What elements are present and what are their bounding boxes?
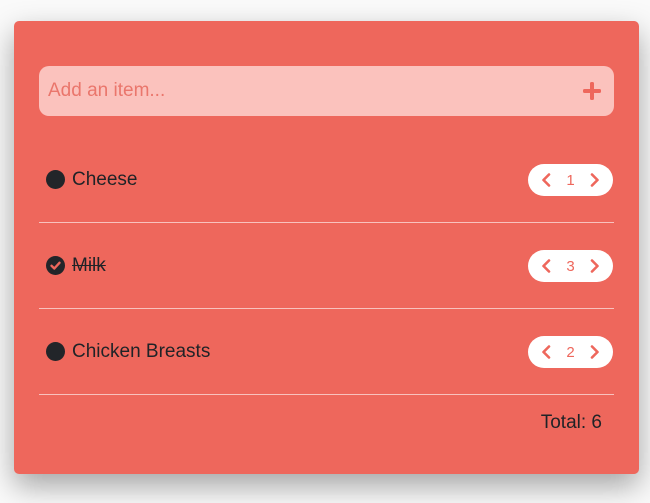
chevron-left-icon[interactable] bbox=[538, 342, 554, 362]
list-item: Milk 3 bbox=[39, 223, 614, 309]
item-label: Milk bbox=[72, 254, 106, 276]
item-label: Cheese bbox=[72, 168, 138, 190]
unchecked-circle-icon[interactable] bbox=[46, 170, 65, 189]
add-item-bar bbox=[39, 66, 614, 116]
chevron-right-icon[interactable] bbox=[587, 342, 603, 362]
unchecked-circle-icon[interactable] bbox=[46, 342, 65, 361]
chevron-right-icon[interactable] bbox=[587, 256, 603, 276]
checkmark-icon[interactable] bbox=[46, 256, 65, 275]
total-count: Total: 6 bbox=[540, 412, 602, 433]
shopping-list-card: Cheese 1 Milk bbox=[14, 21, 639, 474]
plus-icon[interactable] bbox=[580, 79, 604, 103]
item-list: Cheese 1 Milk 3 Chicken Breasts 2 bbox=[39, 137, 614, 395]
add-item-input[interactable] bbox=[48, 80, 580, 102]
chevron-left-icon[interactable] bbox=[538, 170, 554, 190]
chevron-right-icon[interactable] bbox=[587, 170, 603, 190]
list-item: Chicken Breasts 2 bbox=[39, 309, 614, 395]
chevron-left-icon[interactable] bbox=[538, 256, 554, 276]
quantity-value: 2 bbox=[566, 343, 575, 361]
quantity-value: 3 bbox=[566, 257, 575, 275]
quantity-stepper: 2 bbox=[528, 336, 613, 368]
quantity-stepper: 3 bbox=[528, 250, 613, 282]
item-toggle[interactable]: Cheese bbox=[46, 169, 138, 191]
list-item: Cheese 1 bbox=[39, 137, 614, 223]
item-toggle[interactable]: Chicken Breasts bbox=[46, 341, 210, 363]
item-toggle[interactable]: Milk bbox=[46, 255, 106, 277]
quantity-stepper: 1 bbox=[528, 164, 613, 196]
item-label: Chicken Breasts bbox=[72, 340, 211, 362]
quantity-value: 1 bbox=[566, 171, 575, 189]
